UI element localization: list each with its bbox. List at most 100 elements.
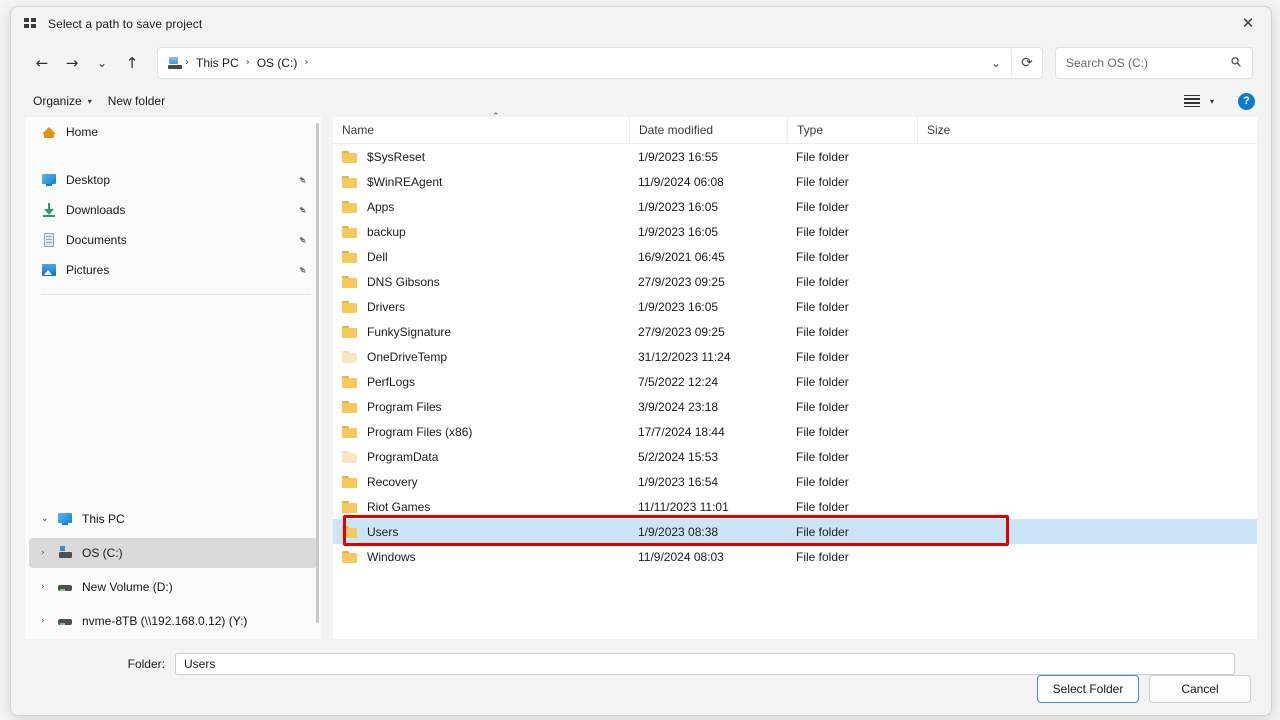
help-icon[interactable]: ? [1238,92,1255,110]
type-cell: File folder [796,199,849,214]
close-icon[interactable]: ✕ [1225,7,1271,40]
folder-icon [342,200,358,213]
table-row[interactable]: Riot Games 11/11/2023 11:01 File folder [333,494,1257,519]
date-modified-cell: 11/9/2024 06:08 [638,174,724,189]
refresh-icon[interactable]: ⟳ [1011,48,1042,77]
column-header-row: Name ⌃ Date modified Type Size [333,112,1257,144]
home-icon [41,124,57,140]
chevron-down-icon[interactable]: ⌄ [981,49,1011,77]
sidebar-scrollbar[interactable] [316,123,319,623]
this-pc-tree: ⌄ This PC › OS (C:) › New Volume (D:) › nvme-8T… [25,304,321,636]
sidebar-tree-item-label: New Volume (D:) [82,580,173,594]
breadcrumb-separator: › [304,57,309,68]
new-folder-label: New folder [107,94,166,108]
table-row[interactable]: Users 1/9/2023 08:38 File folder [333,519,1257,544]
table-row[interactable]: OneDriveTemp 31/12/2023 11:24 File folder [333,344,1257,369]
pin-icon[interactable]: ✒ [295,202,311,218]
file-name-cell: Drivers [333,300,629,314]
folder-icon [342,500,358,513]
sidebar-tree-item-label: This PC [82,512,125,526]
table-row[interactable]: Program Files (x86) 17/7/2024 18:44 File f… [333,419,1257,444]
table-row[interactable]: Drivers 1/9/2023 16:05 File folder [333,294,1257,319]
sidebar-item-label: Desktop [66,173,111,187]
table-row[interactable]: $SysReset 1/9/2023 16:55 File folder [333,144,1257,169]
type-cell: File folder [796,524,849,539]
folder-icon [342,425,358,438]
cancel-button[interactable]: Cancel [1149,675,1251,703]
sidebar-tree-item-os-c-[interactable]: › OS (C:) [29,538,317,568]
type-cell: File folder [796,399,849,414]
recent-locations-button[interactable]: ⌄ [87,48,117,78]
pin-icon[interactable]: ✒ [295,232,311,248]
chevron-down-icon[interactable]: ⌄ [41,514,57,524]
file-name-cell: backup [333,225,629,239]
sidebar-tree-item-nvme-8tb-192-168-0-12-y-[interactable]: › nvme-8TB (\\192.168.0.12) (Y:) [29,606,317,636]
file-name-label: $SysReset [367,149,426,164]
search-input[interactable]: Search OS (C:) ⚲ [1055,46,1253,79]
breadcrumb-separator: › [245,57,250,68]
folder-icon [342,250,358,263]
sidebar-item-label: Documents [66,233,127,247]
sidebar-item-pictures[interactable]: Pictures ✒ [29,255,317,285]
date-modified-cell: 16/9/2021 06:45 [638,249,725,264]
type-cell: File folder [796,249,849,264]
sidebar-item-documents[interactable]: Documents ✒ [29,225,317,255]
file-name-label: PerfLogs [367,374,416,389]
table-row[interactable]: FunkySignature 27/9/2023 09:25 File folder [333,319,1257,344]
table-row[interactable]: Dell 16/9/2021 06:45 File folder [333,244,1257,269]
date-modified-cell: 3/9/2024 23:18 [638,399,719,414]
table-row[interactable]: Windows 11/9/2024 08:03 File folder [333,544,1257,569]
sidebar-item-home[interactable]: Home [29,117,317,147]
pin-icon[interactable]: ✒ [295,262,311,278]
this-pc-icon [57,511,73,527]
table-row[interactable]: DNS Gibsons 27/9/2023 09:25 File folder [333,269,1257,294]
table-row[interactable]: PerfLogs 7/5/2022 12:24 File folder [333,369,1257,394]
folder-icon [342,275,358,288]
chevron-right-icon[interactable]: › [41,616,57,626]
file-name-cell: FunkySignature [333,325,629,339]
column-header-type[interactable]: Type [787,117,917,143]
type-cell: File folder [796,174,849,189]
navigation-pane: Home Desktop ✒ Downloads ✒ Documents ✒ Pictures… [25,117,321,639]
file-name-label: Program Files [367,399,442,414]
chevron-right-icon[interactable]: › [41,582,57,592]
folder-icon [342,550,358,563]
breadcrumb-this-pc[interactable]: This PC [191,53,244,73]
type-cell: File folder [796,324,849,339]
sidebar-item-desktop[interactable]: Desktop ✒ [29,165,317,195]
folder-icon [342,175,358,188]
sidebar-tree-item-new-volume-d-[interactable]: › New Volume (D:) [29,572,317,602]
column-header-name[interactable]: Name ⌃ [333,112,629,143]
table-row[interactable]: Program Files 3/9/2024 23:18 File folder [333,394,1257,419]
list-view-icon[interactable] [1183,94,1200,108]
folder-name-input[interactable]: Users [175,653,1235,675]
column-header-date-modified[interactable]: Date modified [629,117,787,143]
table-row[interactable]: $WinREAgent 11/9/2024 06:08 File folder [333,169,1257,194]
view-options-chevron-icon[interactable]: ▾ [1204,97,1220,106]
up-button[interactable]: ↑ [117,48,147,78]
breadcrumb-os-c[interactable]: OS (C:) [252,53,303,73]
dialog-body: Home Desktop ✒ Downloads ✒ Documents ✒ Pictures… [11,112,1271,645]
table-row[interactable]: backup 1/9/2023 16:05 File folder [333,219,1257,244]
os-drive-icon [57,545,73,561]
sidebar-tree-item-this-pc[interactable]: ⌄ This PC [29,504,317,534]
sidebar-item-label: Home [66,125,99,139]
file-name-cell: DNS Gibsons [333,275,629,289]
sidebar-item-downloads[interactable]: Downloads ✒ [29,195,317,225]
forward-button[interactable]: → [57,48,87,78]
documents-icon [41,232,57,248]
table-row[interactable]: ProgramData 5/2/2024 15:53 File folder [333,444,1257,469]
file-name-label: DNS Gibsons [367,274,440,289]
sidebar-tree-item-label: OS (C:) [82,546,123,560]
address-bar[interactable]: › This PC › OS (C:) › ⌄ ⟳ [157,46,1043,79]
chevron-right-icon[interactable]: › [41,548,57,558]
column-header-size[interactable]: Size [917,117,997,143]
new-folder-button[interactable]: New folder [100,90,173,112]
table-row[interactable]: Recovery 1/9/2023 16:54 File folder [333,469,1257,494]
back-button[interactable]: ← [27,48,57,78]
select-folder-button[interactable]: Select Folder [1037,675,1139,703]
type-cell: File folder [796,449,849,464]
table-row[interactable]: Apps 1/9/2023 16:05 File folder [333,194,1257,219]
pin-icon[interactable]: ✒ [295,172,311,188]
organize-button[interactable]: Organize ▾ [25,90,100,112]
